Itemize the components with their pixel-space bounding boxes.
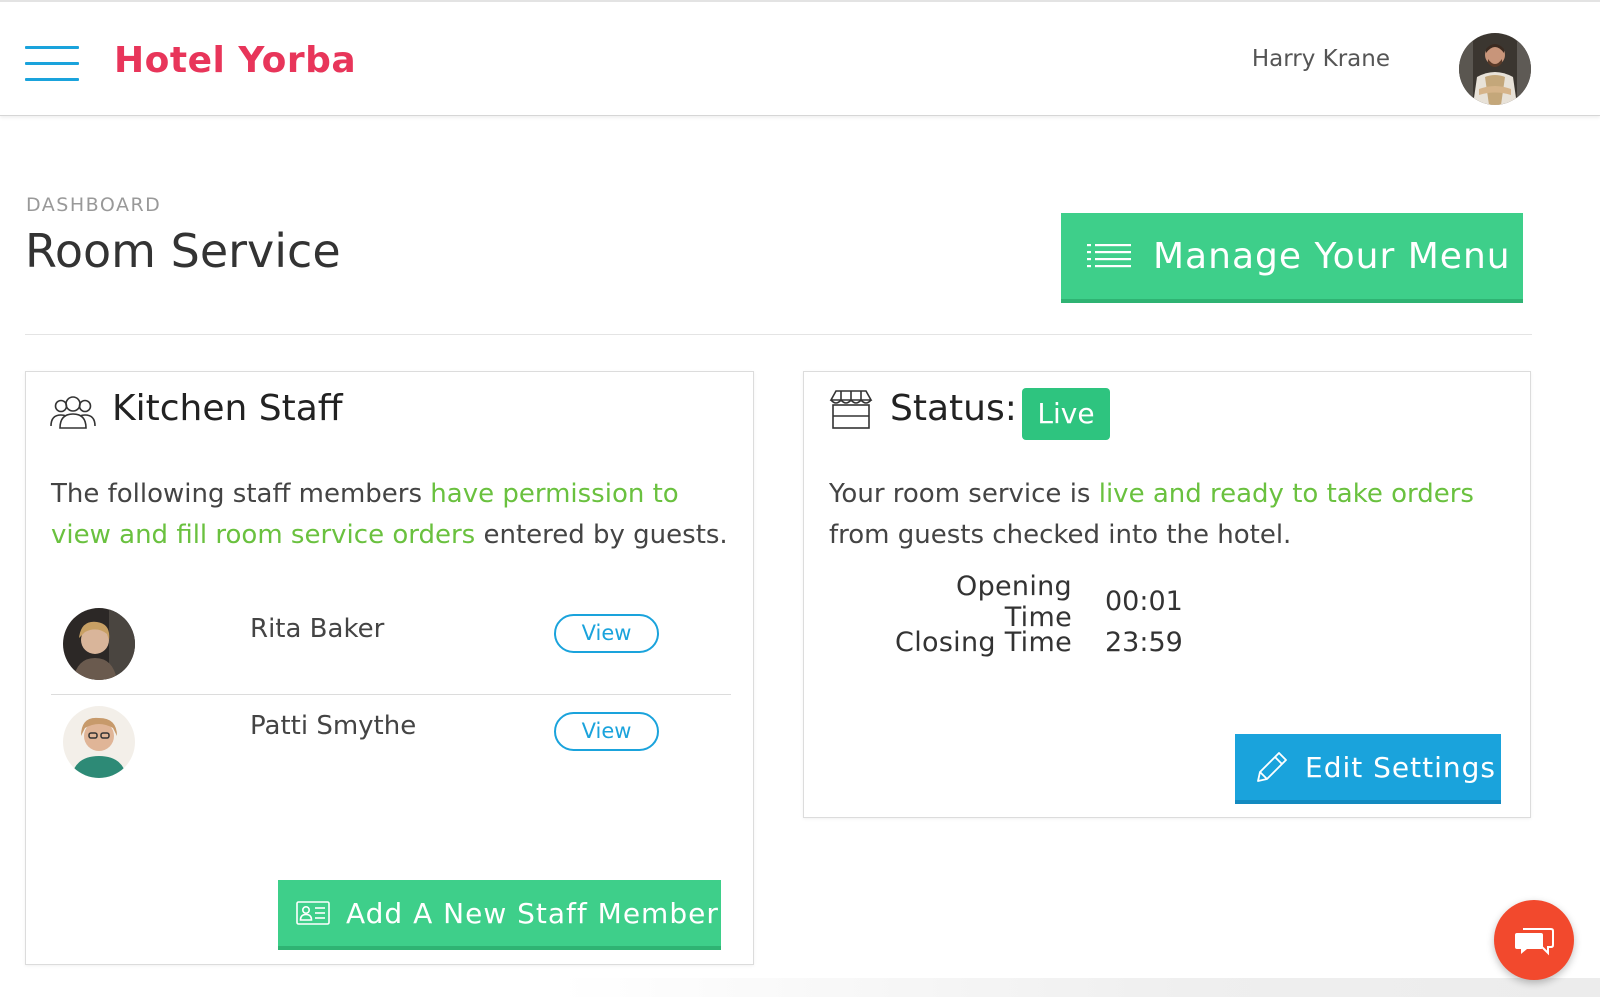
bottom-fade bbox=[560, 978, 1600, 997]
chat-button[interactable] bbox=[1494, 900, 1574, 980]
opening-time-row: Opening Time 00:01 bbox=[884, 571, 1183, 633]
add-staff-button[interactable]: Add A New Staff Member bbox=[278, 880, 721, 950]
manage-menu-button[interactable]: Manage Your Menu bbox=[1061, 213, 1523, 303]
user-avatar[interactable] bbox=[1459, 33, 1531, 105]
breadcrumb: DASHBOARD bbox=[26, 194, 162, 216]
closing-time-label: Closing Time bbox=[895, 627, 1072, 658]
app-logo[interactable]: Hotel Yorba bbox=[114, 40, 356, 81]
status-description: Your room service is live and ready to t… bbox=[829, 479, 1474, 550]
edit-settings-button[interactable]: Edit Settings bbox=[1235, 734, 1501, 804]
closing-time-value: 23:59 bbox=[1105, 627, 1183, 658]
header-divider bbox=[25, 334, 1532, 335]
edit-settings-label: Edit Settings bbox=[1305, 750, 1496, 784]
top-bar: Hotel Yorba Harry Krane bbox=[0, 0, 1600, 116]
status-card: Status: Live Your room service is live a… bbox=[803, 371, 1531, 818]
status-badge: Live bbox=[1022, 388, 1110, 440]
kitchen-staff-description: The following staff members have permiss… bbox=[51, 479, 728, 550]
manage-menu-label: Manage Your Menu bbox=[1153, 235, 1511, 277]
kitchen-staff-title: Kitchen Staff bbox=[112, 388, 343, 429]
list-icon bbox=[1087, 244, 1131, 268]
opening-time-value: 00:01 bbox=[1105, 586, 1183, 617]
chat-icon bbox=[1515, 928, 1554, 956]
list-item: Patti Smythe View bbox=[51, 695, 731, 795]
user-name[interactable]: Harry Krane bbox=[1252, 46, 1390, 72]
staff-name: Rita Baker bbox=[250, 614, 385, 644]
storefront-icon bbox=[829, 390, 873, 429]
service-hours: Opening Time 00:01 Closing Time 23:59 bbox=[884, 571, 1183, 663]
avatar bbox=[63, 706, 135, 778]
add-staff-label: Add A New Staff Member bbox=[346, 896, 719, 930]
id-card-icon bbox=[296, 901, 330, 925]
hamburger-icon[interactable] bbox=[25, 46, 79, 82]
pencil-icon bbox=[1257, 752, 1287, 782]
status-title: Status: bbox=[890, 388, 1017, 429]
users-icon bbox=[50, 396, 96, 429]
kitchen-staff-card: Kitchen Staff The following staff member… bbox=[25, 371, 754, 965]
closing-time-row: Closing Time 23:59 bbox=[884, 622, 1183, 663]
opening-time-label: Opening Time bbox=[956, 570, 1072, 633]
staff-name: Patti Smythe bbox=[250, 711, 417, 741]
view-staff-button[interactable]: View bbox=[554, 614, 659, 653]
list-item: Rita Baker View bbox=[51, 595, 731, 695]
view-staff-button[interactable]: View bbox=[554, 712, 659, 751]
avatar bbox=[63, 608, 135, 680]
page-title: Room Service bbox=[25, 224, 341, 278]
